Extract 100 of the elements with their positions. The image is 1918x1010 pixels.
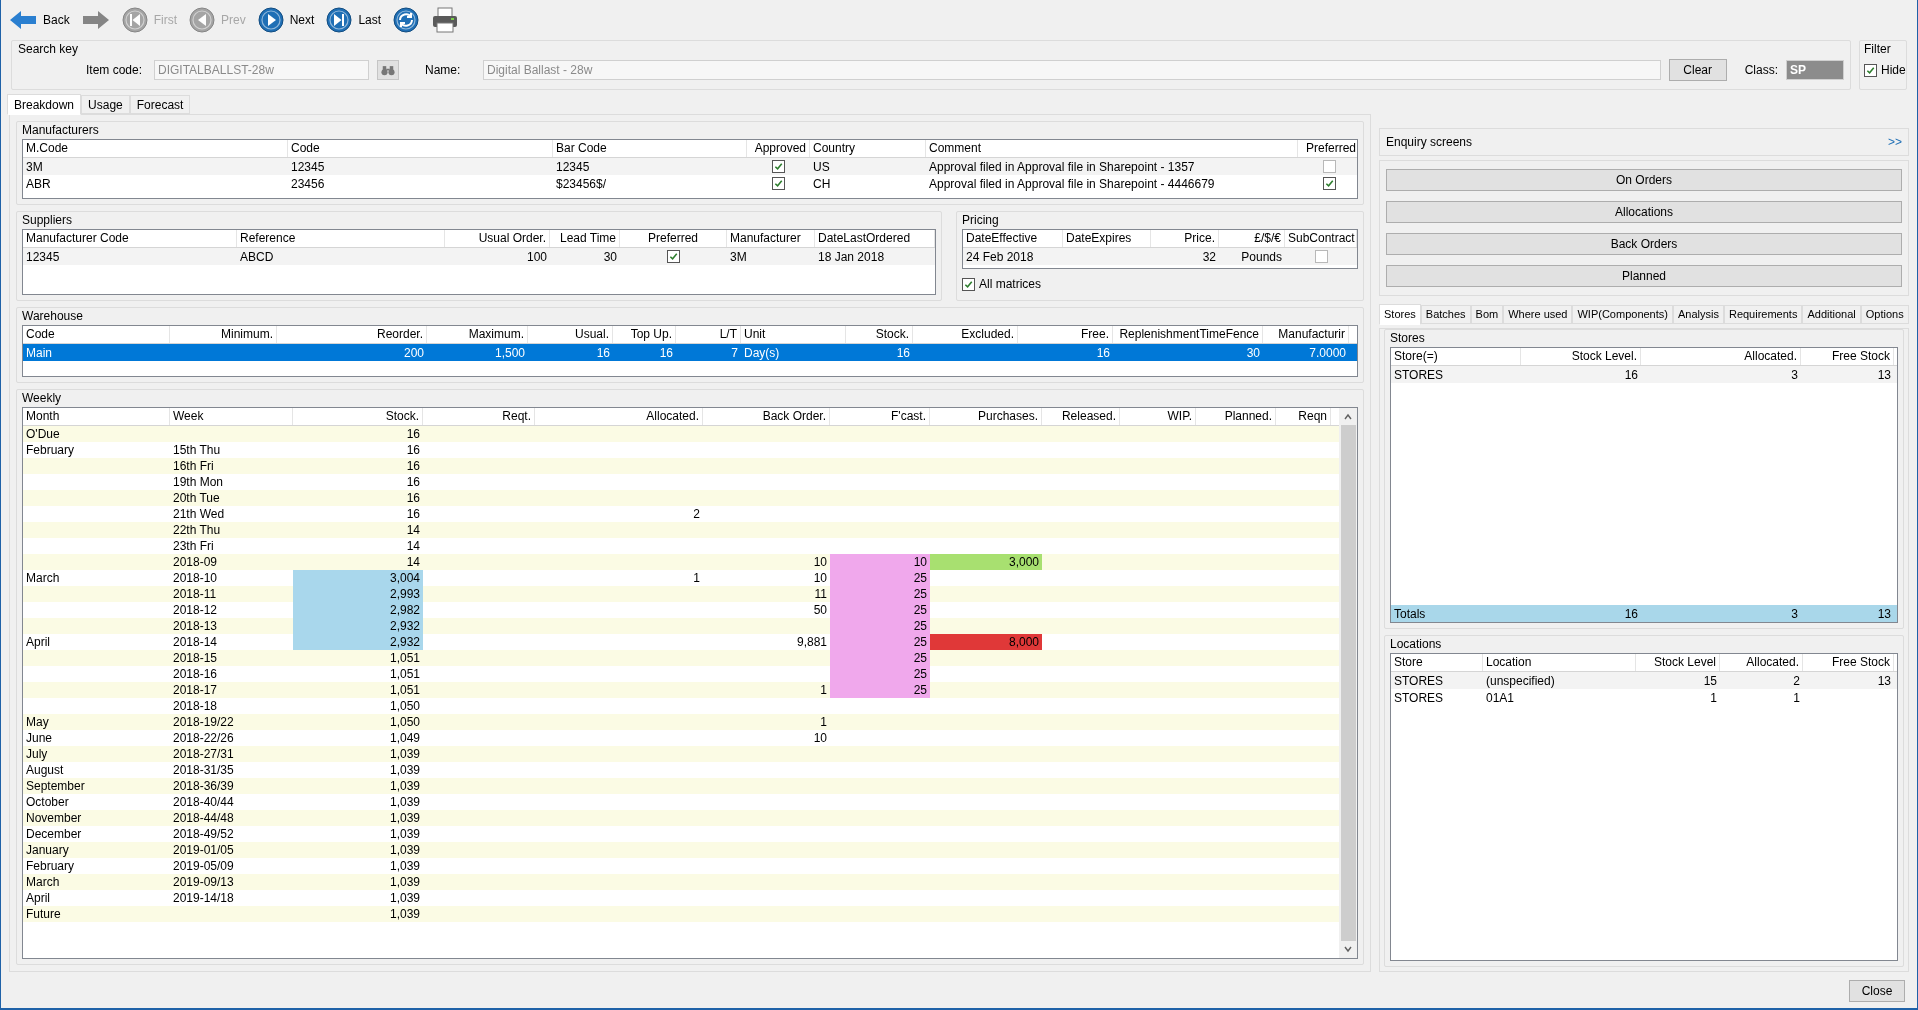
column-header[interactable]: Month [23,408,170,425]
tab[interactable]: Stores [1379,304,1421,325]
column-header[interactable]: Comment [926,140,1298,157]
refresh-button[interactable] [393,5,420,35]
tab[interactable]: Batches [1420,305,1471,324]
column-header[interactable]: DateLastOrdered [815,230,935,247]
table-cell-text: 15th Thu [172,442,222,458]
column-header[interactable]: Location [1483,654,1636,671]
column-header[interactable]: Manufacturer [727,230,815,247]
close-button[interactable]: Close [1849,980,1905,1002]
table-cell-text: 16 [895,344,911,361]
last-button[interactable]: Last [326,5,382,35]
table-row[interactable]: 2018-09 14 10 10 3,000 [23,554,1339,570]
scroll-down-icon[interactable] [1343,944,1353,954]
scrollbar[interactable] [1339,408,1357,958]
table-row[interactable]: 2018-13 2,932 25 [23,618,1339,634]
column-header[interactable]: Store [1391,654,1483,671]
column-header[interactable]: Reference [237,230,445,247]
table-row[interactable]: 16th Fri 16 [23,458,1339,474]
table-cell: 25 [830,634,930,650]
next-button[interactable]: Next [257,5,315,35]
tab[interactable]: Forecast [129,95,191,114]
binoculars-button[interactable] [377,60,399,80]
table-cell-text: 01A1 [1485,689,1516,706]
enquiry-title: Enquiry screens [1386,134,1473,151]
scroll-up-icon[interactable] [1343,412,1353,422]
table-cell-text: 14 [405,554,421,570]
column-header[interactable]: Week [170,408,293,425]
table-row[interactable]: 3M 12345 12345 US Approval filed in Approval file in Sharepoint - 1357 [23,158,1357,175]
checkbox[interactable] [1322,160,1336,173]
table-row[interactable]: STORES (unspecified) 15 2 13 [1391,672,1897,689]
column-header[interactable]: Store(=) [1391,348,1521,365]
checkbox[interactable] [1864,63,1877,77]
table-row[interactable]: 24 Feb 2018 32 Pounds [963,248,1357,265]
table-cell-text: 9,881 [795,634,828,650]
column-header[interactable]: SubContract [1285,230,1357,247]
column-header[interactable]: Manufacturer Code [23,230,237,247]
table-cell-text: 2019-14/18 [172,890,235,906]
table-row[interactable]: O'Due 16 [23,426,1339,442]
tab[interactable]: Where used [1503,305,1573,324]
enquiry-button[interactable]: On Orders [1386,169,1902,191]
table-row[interactable]: May 2018-19/22 1,050 1 [23,714,1339,730]
table-row[interactable]: 22th Thu 14 [23,522,1339,538]
table-row[interactable]: March 2019-09/13 1,039 [23,874,1339,890]
table-cell-text: 1,039 [388,794,421,810]
tab[interactable]: Analysis [1672,305,1724,324]
enquiry-button[interactable]: Back Orders [1386,233,1902,255]
checkbox[interactable] [772,177,785,190]
table-row[interactable]: Main 200 1,500 16 16 7 Day(s) 16 16 30 7.0000 [23,344,1357,361]
column-header[interactable]: M.Code [23,140,288,157]
column-header[interactable]: DateEffective [963,230,1063,247]
column-header[interactable]: Bar Code [553,140,747,157]
checkbox[interactable] [667,250,680,263]
table-cell-text: STORES [1393,366,1445,383]
expand-link[interactable]: >> [1888,133,1902,151]
table-cell-text: Main [25,344,53,361]
table-cell-text: January [25,842,70,858]
field-label: Name: [425,62,462,79]
column-header[interactable]: DateExpires [1063,230,1151,247]
checkbox[interactable] [1322,177,1336,190]
print-button[interactable] [431,5,460,35]
checkbox[interactable] [962,277,975,291]
scroll-thumb[interactable] [1340,425,1356,941]
table-row[interactable]: 2018-17 1,051 1 25 [23,682,1339,698]
enquiry-button[interactable]: Allocations [1386,201,1902,223]
table-cell: 2,982 [293,602,423,618]
table-cell-text: STORES [1393,672,1445,689]
column-header[interactable]: Country [810,140,926,157]
table-row[interactable]: July 2018-27/31 1,039 [23,746,1339,762]
table-row[interactable]: 20th Tue 16 [23,490,1339,506]
table-row[interactable]: STORES 16 3 13 [1391,366,1897,383]
back-button[interactable]: Back [9,5,70,35]
table-cell-text: 50 [812,602,828,618]
group-title: Manufacturers [22,122,99,139]
table-cell: 10 [830,554,930,570]
table-row[interactable]: 12345 ABCD 100 30 3M 18 Jan 2018 [23,248,935,265]
tab[interactable]: Options [1860,305,1909,324]
tab[interactable]: Requirements [1723,305,1803,324]
table-row[interactable]: 2018-15 1,051 25 [23,650,1339,666]
tab[interactable]: Usage [81,95,130,114]
column-header[interactable]: Code [23,326,170,343]
table-row[interactable]: Future 1,039 [23,906,1339,922]
tab[interactable]: Additional [1802,305,1861,324]
table-cell-text: 2018-12 [172,602,219,618]
checkbox[interactable] [1314,250,1328,263]
refresh-icon [393,7,420,33]
clear-button[interactable]: Clear [1668,59,1727,81]
column-header[interactable]: Unit [741,326,846,343]
table-row[interactable]: 2018-11 2,993 11 25 [23,586,1339,602]
checkbox[interactable] [772,160,785,173]
table-row[interactable]: November 2018-44/48 1,039 [23,810,1339,826]
tab[interactable]: WIP(Components) [1572,305,1673,324]
table-cell-text: 2018-49/52 [172,826,235,842]
table-row[interactable]: September 2018-36/39 1,039 [23,778,1339,794]
column-header[interactable]: Code [288,140,553,157]
tab[interactable]: Bom [1470,305,1504,324]
table-row[interactable]: January 2019-01/05 1,039 [23,842,1339,858]
enquiry-button[interactable]: Planned [1386,265,1902,287]
table-cell-text: 20th Tue [172,490,221,506]
tab[interactable]: Breakdown [7,94,82,115]
